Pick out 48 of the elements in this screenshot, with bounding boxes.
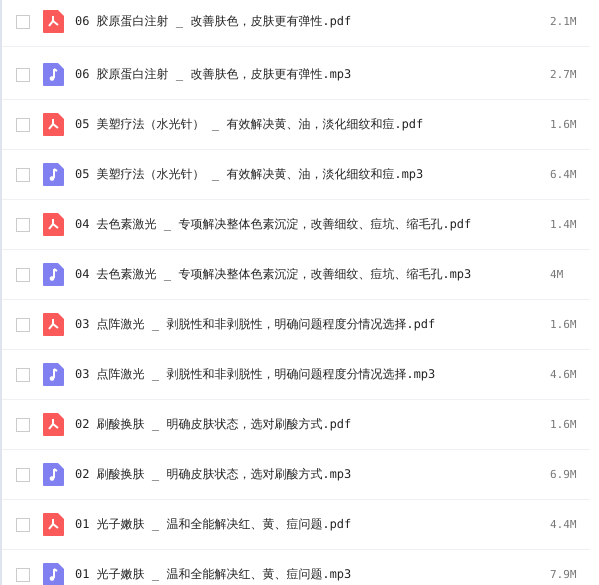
checkbox[interactable] (16, 218, 30, 232)
checkbox[interactable] (16, 468, 30, 482)
checkbox[interactable] (16, 418, 30, 432)
checkbox[interactable] (16, 168, 30, 182)
file-size: 4.6M (550, 368, 578, 381)
pdf-file-icon (43, 213, 64, 236)
file-name[interactable]: 01 光子嫩肤 _ 温和全能解决红、黄、痘问题.mp3 (75, 566, 550, 583)
checkbox[interactable] (16, 368, 30, 382)
file-name[interactable]: 04 去色素激光 _ 专项解决整体色素沉淀，改善细纹、痘坑、缩毛孔.pdf (75, 216, 550, 233)
checkbox[interactable] (16, 68, 30, 82)
file-size: 2.7M (550, 68, 578, 81)
checkbox[interactable] (16, 568, 30, 582)
file-size: 7.9M (550, 568, 578, 581)
pdf-file-icon (43, 413, 64, 436)
file-size: 4M (550, 268, 564, 281)
file-name[interactable]: 01 光子嫩肤 _ 温和全能解决红、黄、痘问题.pdf (75, 516, 550, 533)
music-file-icon (43, 263, 64, 286)
file-name[interactable]: 02 刷酸换肤 _ 明确皮肤状态，选对刷酸方式.pdf (75, 416, 550, 433)
file-name[interactable]: 05 美塑疗法（水光针） _ 有效解决黄、油，淡化细纹和痘.pdf (75, 116, 550, 133)
file-size: 1.6M (550, 318, 578, 331)
file-name[interactable]: 06 胶原蛋白注射 _ 改善肤色，皮肤更有弹性.pdf (75, 13, 550, 30)
music-file-icon (43, 63, 64, 86)
music-file-icon (43, 563, 64, 585)
music-file-icon (43, 463, 64, 486)
file-size: 1.4M (550, 218, 578, 231)
pdf-file-icon (43, 113, 64, 136)
pdf-file-icon (43, 313, 64, 336)
file-size: 1.6M (550, 418, 578, 431)
file-name[interactable]: 06 胶原蛋白注射 _ 改善肤色，皮肤更有弹性.mp3 (75, 66, 550, 83)
file-name[interactable]: 03 点阵激光 _ 剥脱性和非剥脱性，明确问题程度分情况选择.pdf (75, 316, 550, 333)
file-size: 4.4M (550, 518, 578, 531)
music-file-icon (43, 163, 64, 186)
pdf-file-icon (43, 10, 64, 33)
music-file-icon (43, 363, 64, 386)
pdf-file-icon (43, 513, 64, 536)
checkbox[interactable] (16, 318, 30, 332)
checkbox[interactable] (16, 14, 30, 28)
checkbox[interactable] (16, 268, 30, 282)
file-name[interactable]: 05 美塑疗法（水光针） _ 有效解决黄、油，淡化细纹和痘.mp3 (75, 166, 550, 183)
file-size: 6.4M (550, 168, 578, 181)
checkbox[interactable] (16, 518, 30, 532)
file-size: 1.6M (550, 118, 578, 131)
file-name[interactable]: 03 点阵激光 _ 剥脱性和非剥脱性，明确问题程度分情况选择.mp3 (75, 366, 550, 383)
file-size: 2.1M (550, 15, 578, 28)
file-name[interactable]: 02 刷酸换肤 _ 明确皮肤状态，选对刷酸方式.mp3 (75, 466, 550, 483)
file-name[interactable]: 04 去色素激光 _ 专项解决整体色素沉淀，改善细纹、痘坑、缩毛孔.mp3 (75, 266, 550, 283)
file-size: 6.9M (550, 468, 578, 481)
checkbox[interactable] (16, 118, 30, 132)
